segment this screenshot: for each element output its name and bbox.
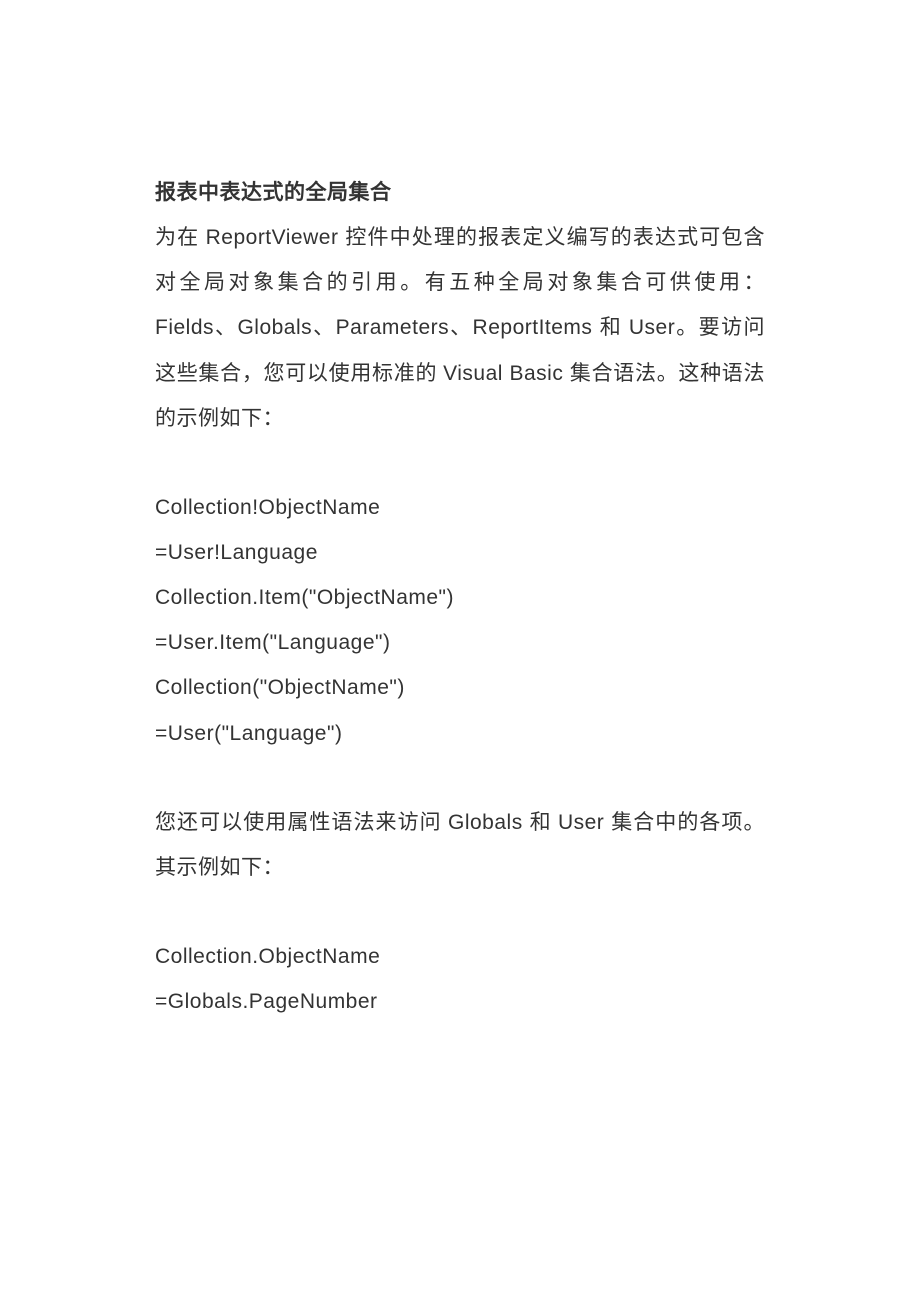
- code-line: Collection!ObjectName: [155, 485, 765, 530]
- cjk-text: 、: [214, 315, 237, 339]
- code-line: Collection("ObjectName"): [155, 665, 765, 710]
- code-line: Collection.Item("ObjectName"): [155, 575, 765, 620]
- cjk-text: 、: [449, 315, 472, 339]
- cjk-text: 和: [600, 315, 629, 339]
- latin-text: User: [629, 316, 675, 339]
- latin-text: Visual Basic: [443, 362, 570, 385]
- latin-text: Globals: [448, 811, 530, 834]
- code-line: =User("Language"): [155, 711, 765, 756]
- latin-text: Fields: [155, 316, 214, 339]
- code-block-1: Collection!ObjectName=User!LanguageColle…: [155, 485, 765, 756]
- code-line: =Globals.PageNumber: [155, 979, 765, 1024]
- cjk-text: 、: [312, 315, 335, 339]
- code-line: =User.Item("Language"): [155, 620, 765, 665]
- cjk-text: 和: [530, 810, 558, 834]
- cjk-text: 您还可以使用属性语法来访问: [155, 810, 448, 834]
- latin-text: ReportItems: [473, 316, 600, 339]
- section-heading: 报表中表达式的全局集合: [155, 170, 765, 215]
- paragraph-1: 为在 ReportViewer 控件中处理的报表定义编写的表达式可包含对全局对象…: [155, 215, 765, 441]
- code-line: =User!Language: [155, 530, 765, 575]
- cjk-text: 为在: [155, 225, 206, 249]
- code-block-2: Collection.ObjectName=Globals.PageNumber: [155, 934, 765, 1024]
- latin-text: Parameters: [336, 316, 450, 339]
- latin-text: Globals: [237, 316, 312, 339]
- paragraph-2: 您还可以使用属性语法来访问 Globals 和 User 集合中的各项。其示例如…: [155, 800, 765, 890]
- latin-text: ReportViewer: [206, 226, 346, 249]
- latin-text: User: [558, 811, 611, 834]
- document-page: 报表中表达式的全局集合 为在 ReportViewer 控件中处理的报表定义编写…: [0, 0, 920, 1218]
- code-line: Collection.ObjectName: [155, 934, 765, 979]
